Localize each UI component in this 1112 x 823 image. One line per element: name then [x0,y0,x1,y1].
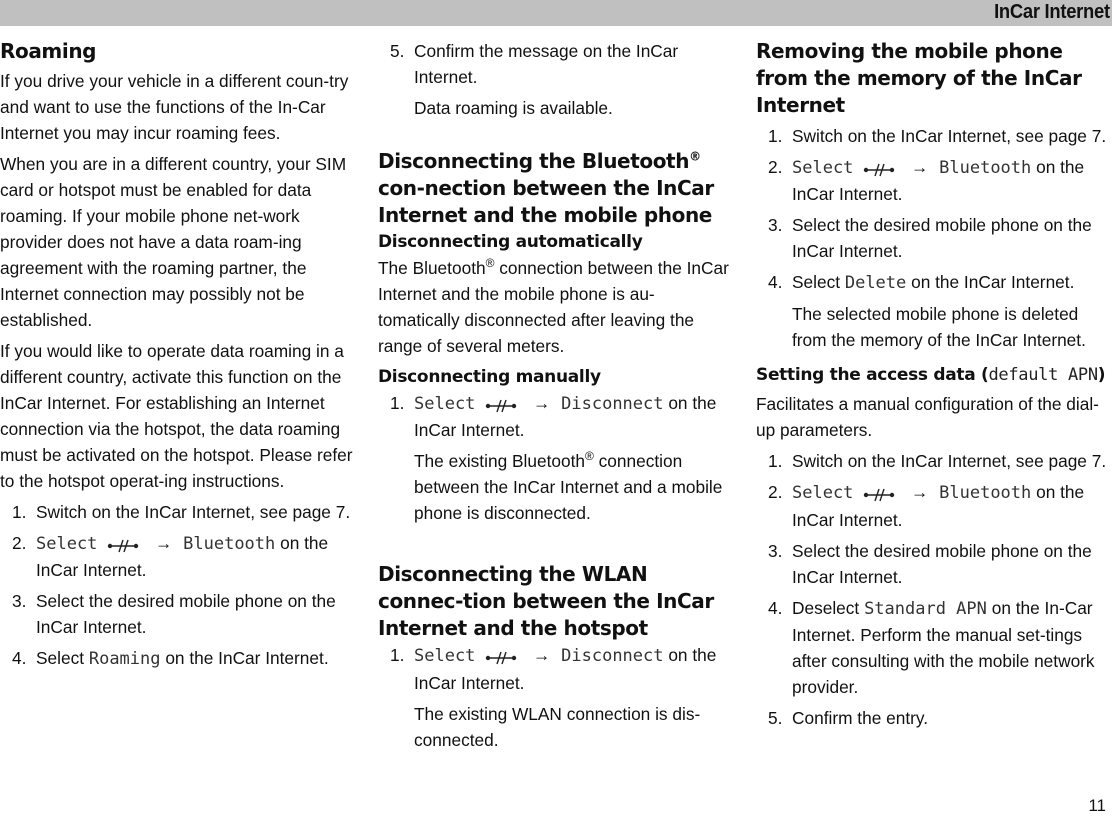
menu-term: default APN [988,365,1098,386]
step-number: 4. [12,648,27,669]
menu-term: Bluetooth [183,534,276,554]
step-result: Data roaming is available. [414,98,613,118]
step-item: 3. Select the desired mobile phone on th… [0,588,356,640]
column-1: Roaming If you drive your vehicle in a d… [0,38,356,677]
step-number: 3. [768,215,783,236]
step-number: 3. [768,540,783,561]
menu-term: Select [792,158,854,178]
step-item: 1. Switch on the InCar Internet, see pag… [756,448,1112,474]
step-item: 5. Confirm the message on the InCar Inte… [378,38,734,90]
step-item: 1. Select → Disconnect on the InCar Inte… [378,390,734,443]
step-text: Confirm the message on the InCar Interne… [414,41,679,87]
heading-text: con-nection between the InCar Internet a… [378,176,714,227]
step-number: 5. [390,41,405,61]
step-result: The existing Bluetooth® connection betwe… [378,448,734,526]
step-item: 1. Select → Disconnect on the InCar Inte… [378,642,734,695]
step-text: Switch on the InCar Internet, see page 7… [792,126,1107,146]
paragraph: When you are in a different country, you… [0,154,347,330]
paragraph: If you drive your vehicle in a different… [0,71,349,143]
menu-term: Select [792,483,854,504]
step-text: Select the desired mobile phone on the I… [792,215,1092,262]
step-number: 1. [390,393,405,413]
step-item: 4. Select Delete on the InCar Internet. [756,269,1112,296]
heading-remove-phone: Removing the mobile phone from the memor… [756,39,1082,117]
column-2: 5. Confirm the message on the InCar Inte… [378,38,734,758]
menu-term: Select [414,394,476,414]
column-3: Removing the mobile phone from the memor… [756,38,1112,736]
step-item: 2. Select → Bluetooth on the InCar Inter… [756,154,1112,207]
step-number: 5. [768,707,783,728]
header-bar: InCar Internet [0,0,1112,26]
registered-mark: ® [585,449,594,464]
menu-term: Roaming [88,649,161,670]
arrow-icon: → [155,533,173,553]
step-number: 2. [768,157,783,177]
connection-icon [480,391,522,417]
step-number: 3. [12,591,27,612]
paragraph-text: The Bluetooth [378,258,486,278]
step-text: Select the desired mobile phone on the I… [36,591,336,638]
arrow-icon: → [911,157,929,177]
connection-icon [858,481,900,507]
step-text: Select [792,272,841,293]
paragraph: If you would like to operate data roamin… [0,341,353,491]
step-result: The existing WLAN connection is dis-conn… [414,703,701,750]
step-text: Select [36,648,85,669]
step-item: 3. Select the desired mobile phone on th… [756,212,1112,264]
step-number: 2. [12,533,27,553]
heading-disconnect-wlan: Disconnecting the WLAN connec-tion betwe… [378,562,714,641]
step-item: 2. Select → Bluetooth on the InCar Inter… [756,479,1112,532]
step-number: 1. [390,645,405,666]
step-text: on the InCar Internet. [165,648,329,669]
registered-mark: ® [689,149,701,164]
step-item: 1. Switch on the InCar Internet, see pag… [756,123,1112,149]
paragraph: The Bluetooth® connection between the In… [378,255,734,359]
step-number: 1. [768,451,783,472]
step-text: Select the desired mobile phone on the I… [792,540,1092,587]
page-number: 11 [1088,796,1106,815]
arrow-icon: → [533,645,551,666]
menu-term: Disconnect [561,646,664,667]
note-text: The existing Bluetooth [414,451,585,472]
menu-term: Select [36,534,98,554]
connection-icon [480,644,522,670]
step-item: 4. Select Roaming on the InCar Internet. [0,645,356,672]
heading-disconnect-bluetooth: Disconnecting the Bluetooth® con-nection… [378,148,734,229]
heading-roaming: Roaming [0,39,97,63]
step-number: 1. [12,502,27,522]
step-text: Deselect [792,597,860,618]
step-number: 4. [768,272,783,293]
step-item: 1. Switch on the InCar Internet, see pag… [0,499,356,525]
menu-term: Delete [844,273,907,294]
step-item: 5. Confirm the entry. [756,705,1112,731]
arrow-icon: → [911,482,929,503]
connection-icon [858,155,900,181]
step-item: 3. Select the desired mobile phone on th… [756,538,1112,590]
step-number: 4. [768,597,783,618]
step-number: 1. [768,126,783,146]
heading-text: Disconnecting the Bluetooth [378,149,690,173]
arrow-icon: → [533,393,551,413]
step-text: Switch on the InCar Internet, see page 7… [36,502,351,522]
step-result: The selected mobile phone is deleted fro… [792,304,1086,351]
paragraph: Facilitates a manual configuration of th… [756,394,1099,441]
heading-access-data: Setting the access data (default APN) [756,362,1112,388]
step-text: Switch on the InCar Internet, see page 7… [792,451,1107,472]
menu-term: Bluetooth [939,158,1032,178]
step-text: on the InCar Internet. [911,272,1075,293]
chapter-title: InCar Internet [994,1,1110,23]
step-text: Confirm the entry. [792,707,929,728]
menu-term: Disconnect [561,394,664,414]
subheading-manual: Disconnecting manually [378,367,601,387]
menu-term: Select [414,646,476,667]
heading-text: ) [1097,365,1106,386]
step-item: 2. Select → Bluetooth on the InCar Inter… [0,530,356,583]
subheading-auto: Disconnecting automatically [378,232,643,252]
heading-text: Setting the access data ( [756,365,989,386]
step-number: 2. [768,482,783,503]
menu-term: Bluetooth [939,483,1032,504]
connection-icon [102,531,144,557]
menu-term: Standard APN [864,598,987,619]
step-item: 4. Deselect Standard APN on the In-Car I… [756,595,1112,700]
